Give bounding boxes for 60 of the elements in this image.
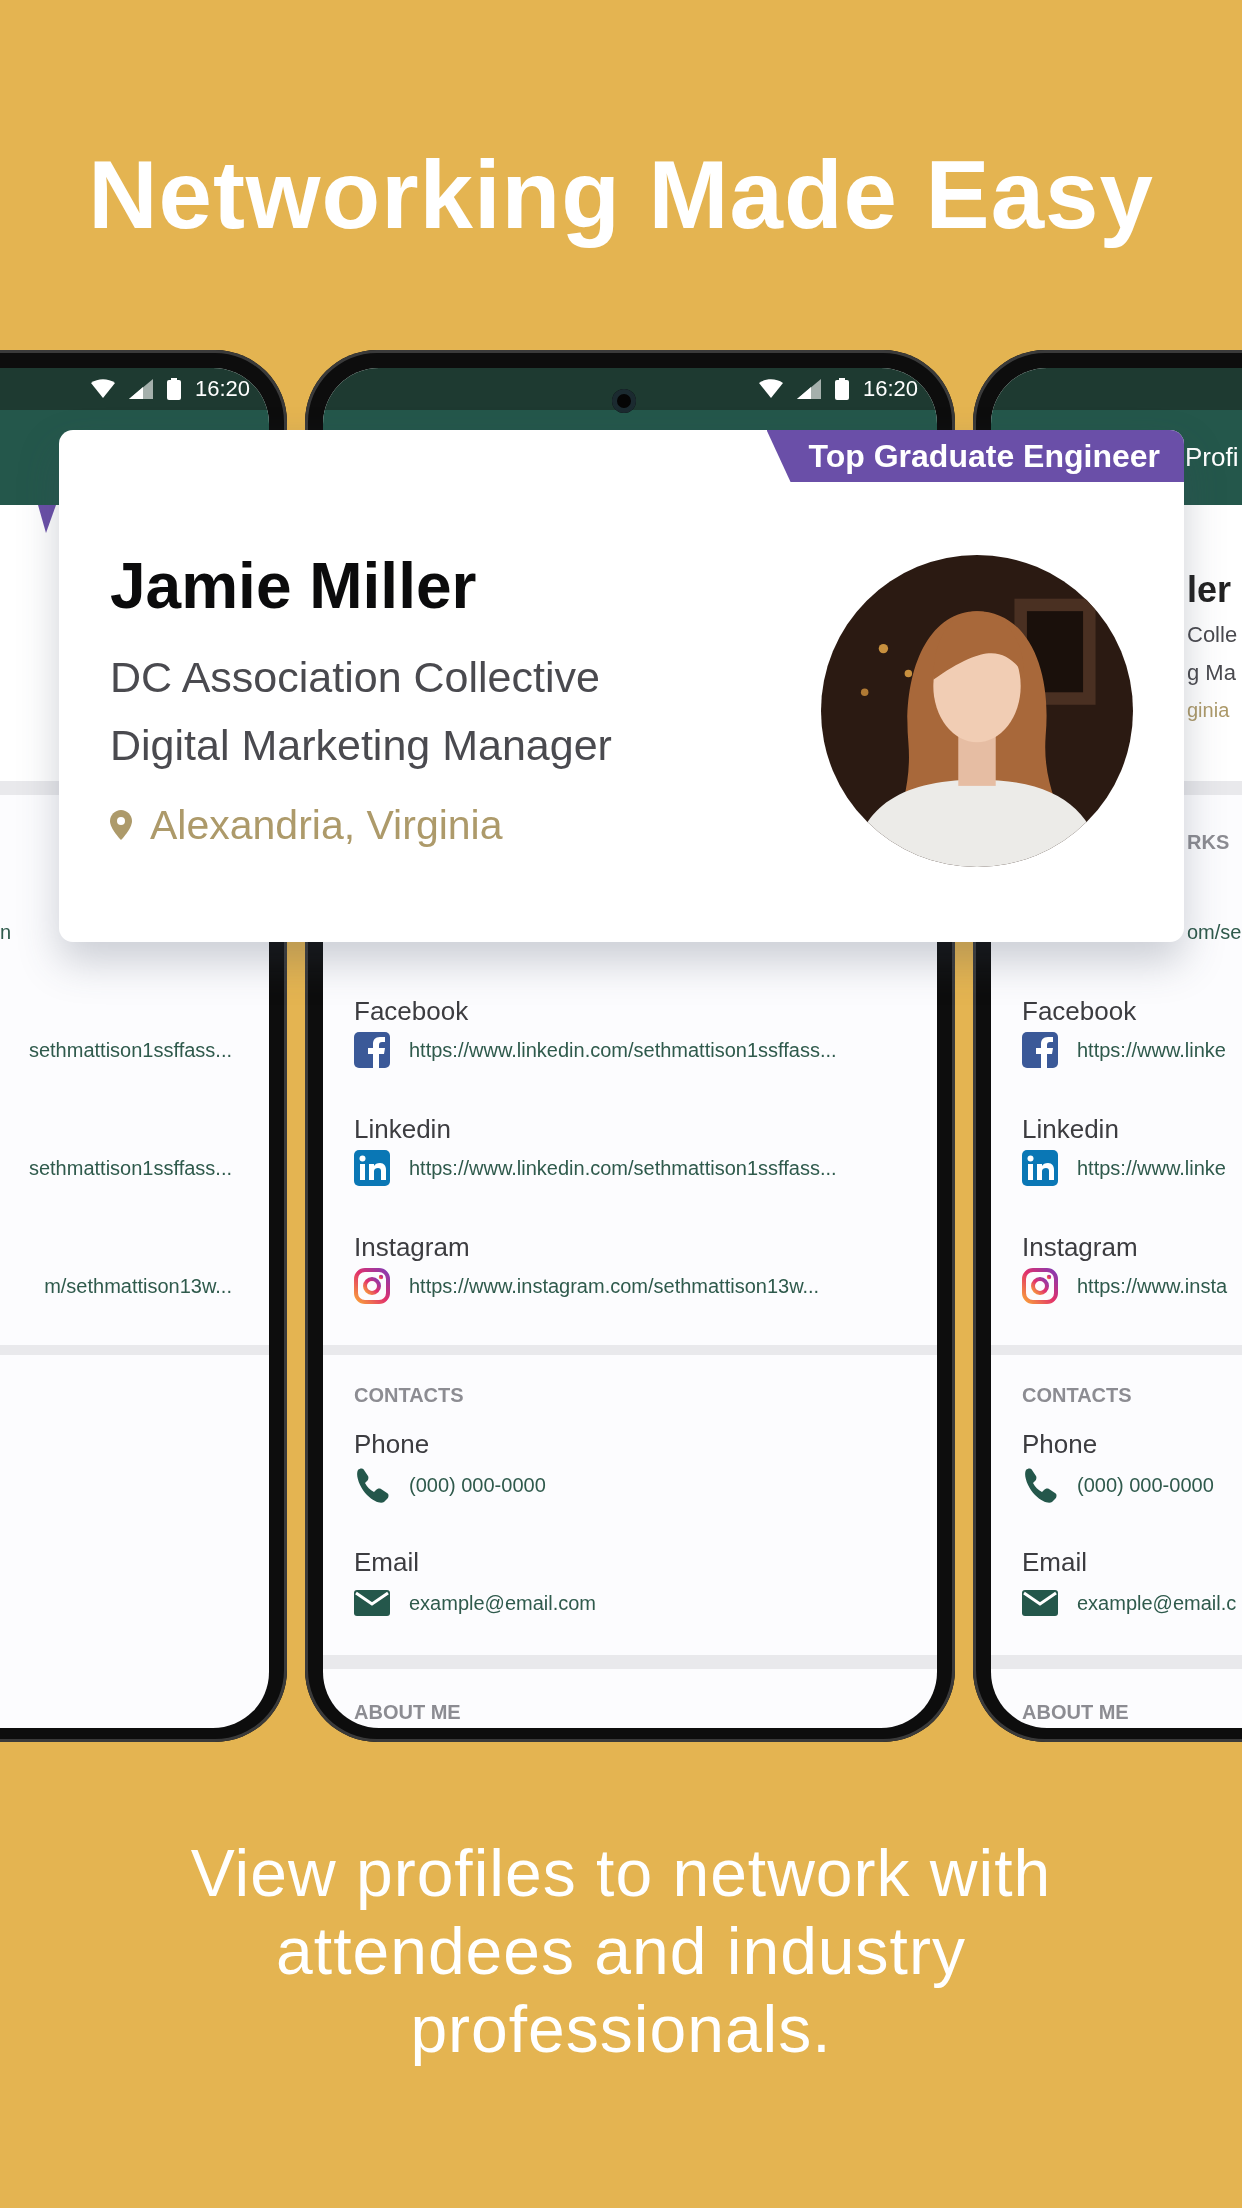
link-url[interactable]: sethmattison1ssffass... [28,1155,232,1181]
section-heading: CONTACTS [354,1383,464,1408]
status-time: 16:20 [194,376,250,402]
section-heading: ABOUT ME [354,1701,461,1723]
wifi-icon [90,379,115,399]
tagline: View profiles to network with attendees and industry professionals. [189,1835,1053,2068]
wifi-icon [758,379,783,399]
section-heading: CONTACTS [1022,1383,1132,1408]
network-label: Facebook [1022,995,1137,1028]
contact-value[interactable]: (000) 000-0000 [409,1472,546,1498]
link-url[interactable]: n [0,919,12,945]
contact-value[interactable]: example@email.c [1077,1590,1237,1616]
profile-name: Jamie Miller [110,551,477,621]
battery-icon [166,378,181,400]
signal-icon [796,379,821,399]
link-url[interactable]: https://www.linkedin.com/sethmattison1ssffass... [409,1037,837,1063]
job-title: Digital Marketing Manager [110,720,612,771]
profile-text: ler [1187,568,1232,612]
link-url[interactable]: m/sethmattison13w... [44,1273,232,1299]
profile-text: ginia [1187,698,1230,723]
location-pin-icon [110,810,132,840]
section-heading: RKS [1187,830,1230,855]
phone-icon [354,1467,390,1503]
phone-icon [1022,1467,1058,1503]
link-url[interactable]: sethmattison1ssffass... [28,1037,232,1063]
link-url[interactable]: om/se [1187,919,1242,945]
network-label: Linkedin [354,1113,451,1146]
contact-label: Phone [354,1428,430,1461]
network-label: Facebook [354,995,469,1028]
contact-label: Email [354,1546,419,1579]
link-url[interactable]: https://www.linkedin.com/sethmattison1ssffass... [409,1155,837,1181]
link-url[interactable]: https://www.instagram.com/sethmattison13w... [409,1273,820,1299]
facebook-icon [354,1032,390,1068]
link-url[interactable]: https://www.insta [1077,1273,1228,1299]
link-url[interactable]: https://www.linke [1077,1037,1226,1063]
badge: Top Graduate Engineer [766,430,1184,482]
linkedin-icon [354,1150,390,1186]
link-url[interactable]: https://www.linke [1077,1155,1226,1181]
section-heading: ABOUT ME [1022,1701,1129,1723]
network-label: Instagram [1022,1231,1138,1264]
contact-label: Phone [1022,1428,1098,1461]
app-bar-title: Profi [1185,442,1239,473]
profile-text: Colle [1187,621,1238,649]
linkedin-icon [1022,1150,1058,1186]
contact-value[interactable]: (000) 000-0000 [1077,1472,1214,1498]
network-label: Linkedin [1022,1113,1119,1146]
location-text: Alexandria, Virginia [150,801,503,849]
contact-label: Email [1022,1546,1087,1579]
signal-icon [128,379,153,399]
instagram-icon [1022,1268,1058,1304]
network-label: Instagram [354,1231,470,1264]
contact-value[interactable]: example@email.com [409,1590,597,1616]
ribbon-corner [38,505,56,533]
profile-text: g Ma [1187,659,1236,687]
headline: Networking Made Easy [87,140,1155,250]
battery-icon [834,378,849,400]
instagram-icon [354,1268,390,1304]
organization-text: DC Association Collective [110,652,600,703]
facebook-icon [1022,1032,1058,1068]
status-time: 16:20 [862,376,918,402]
